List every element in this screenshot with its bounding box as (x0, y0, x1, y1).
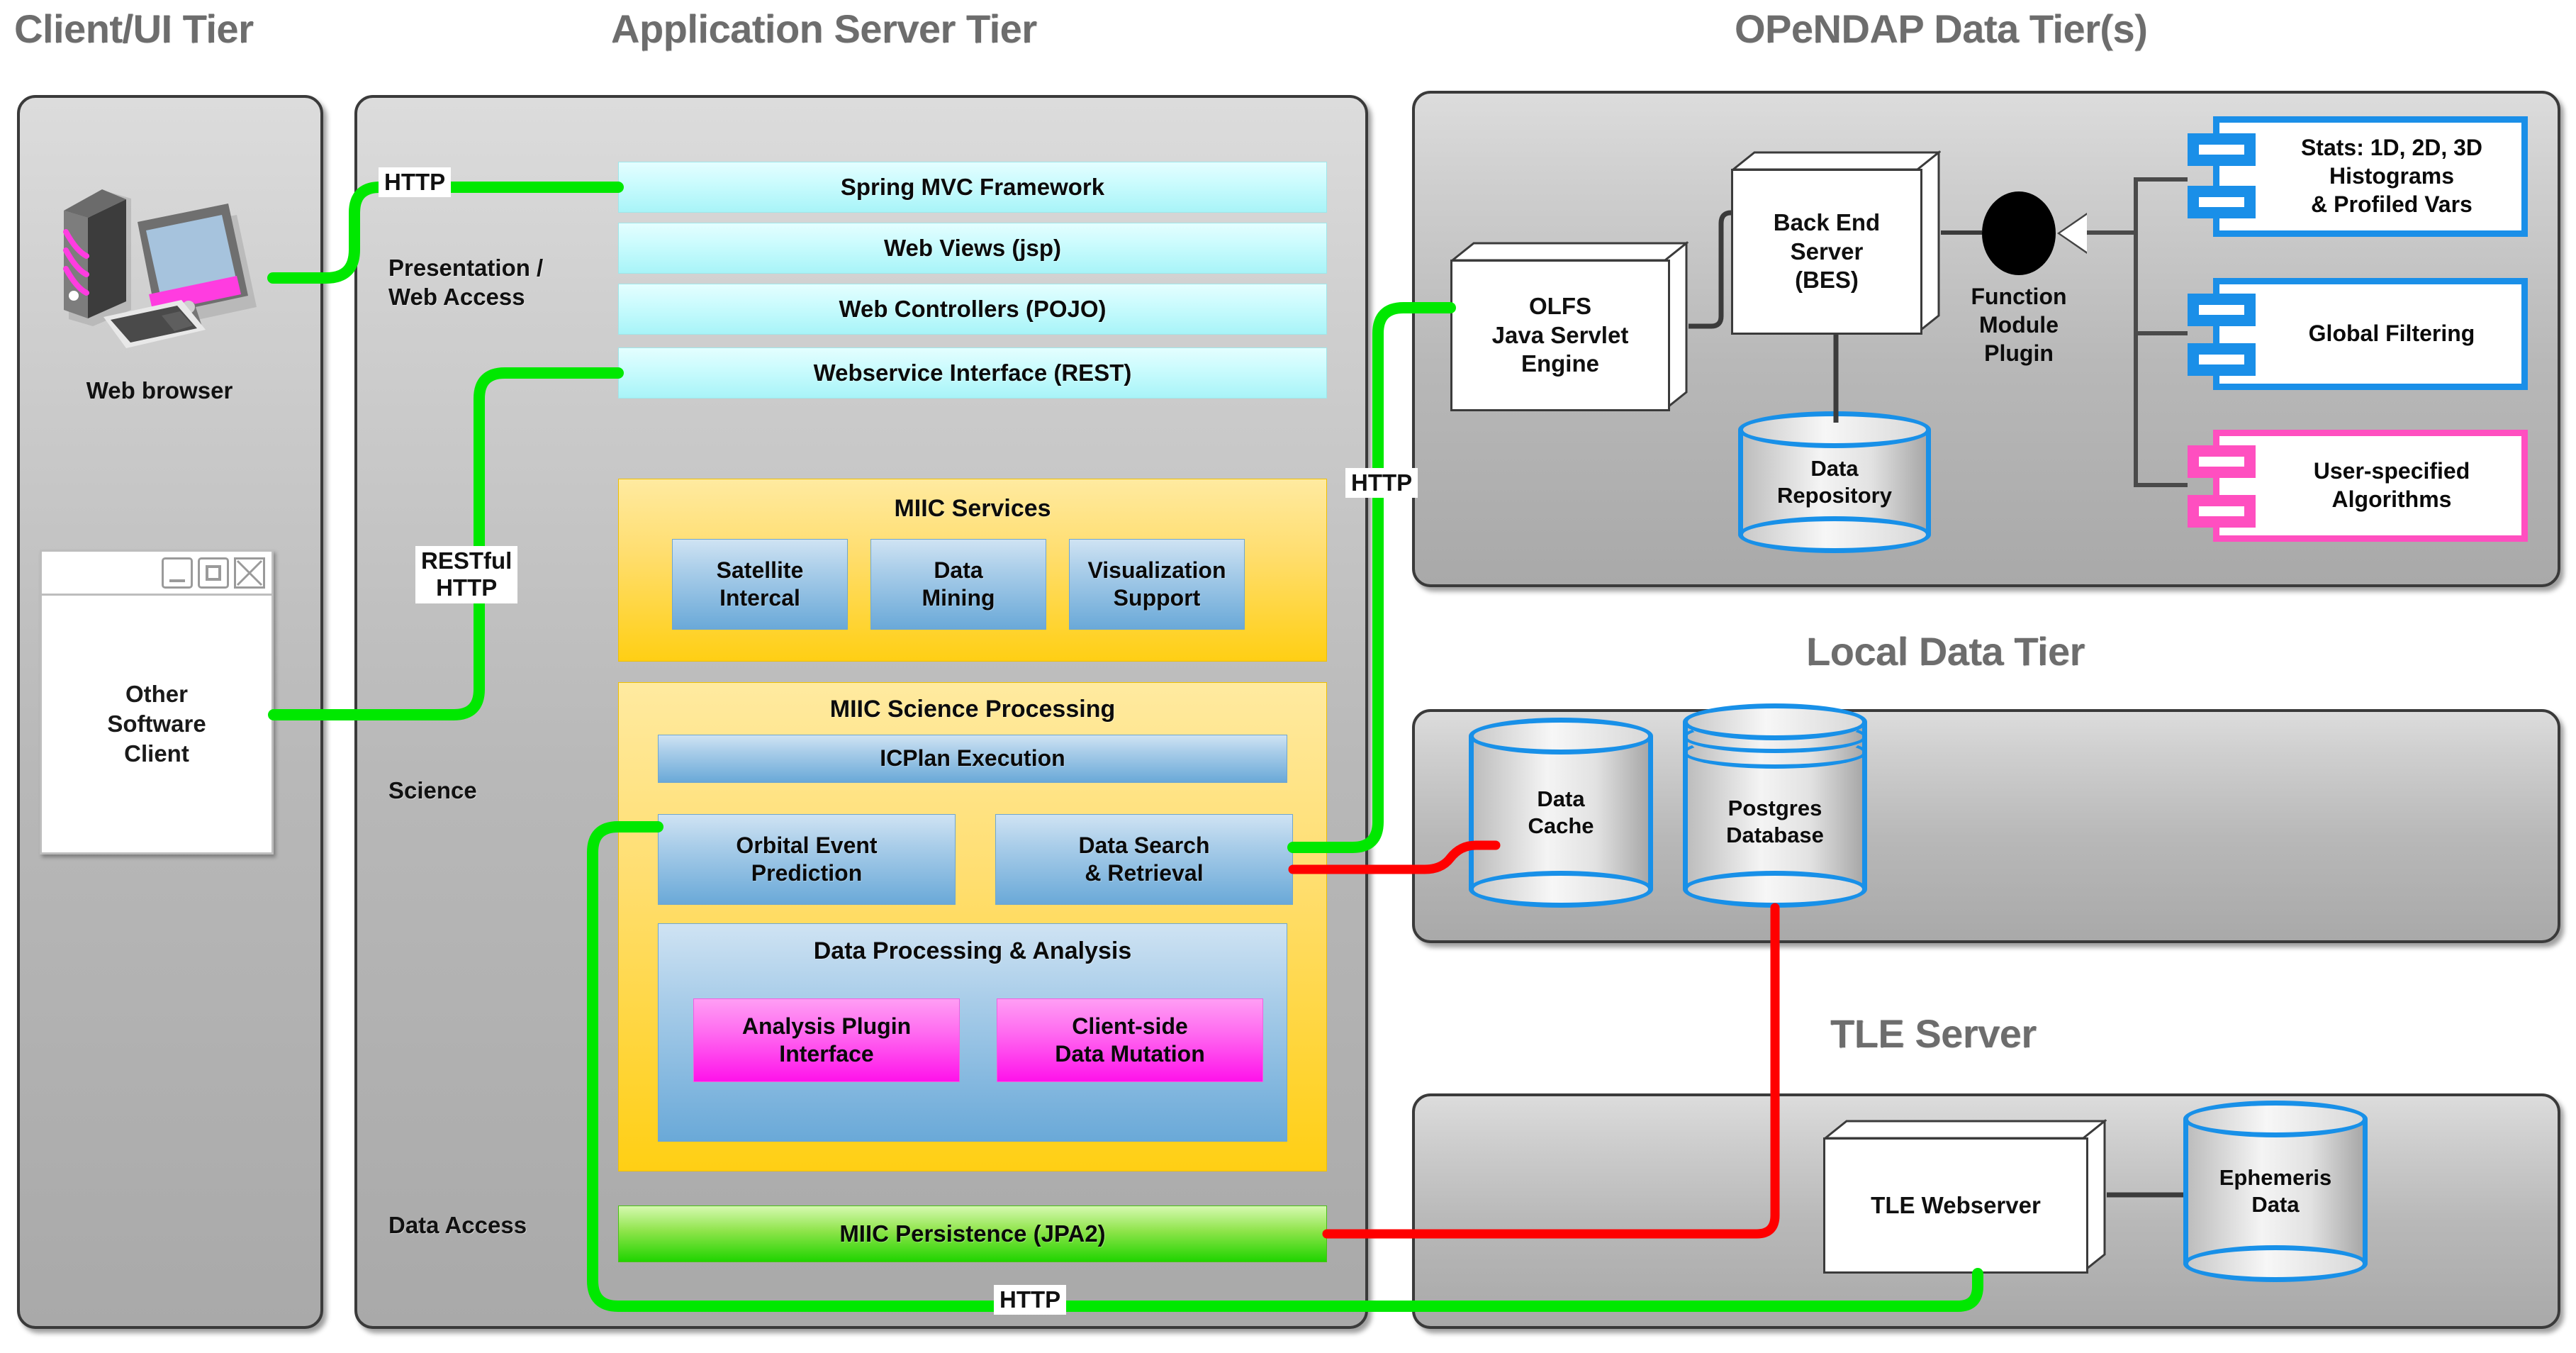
olfs-java-servlet-engine-node[interactable]: OLFS Java Servlet Engine (1450, 241, 1689, 411)
component-shell: User-specified Algorithms (2213, 430, 2528, 542)
layer-label-presentation: Presentation / Web Access (388, 254, 615, 312)
label-http-opendap: HTTP (1345, 468, 1418, 498)
heading-app-tier: Application Server Tier (611, 6, 1037, 52)
heading-local-data-tier: Local Data Tier (1806, 628, 2085, 674)
component-tab-bottom (2188, 495, 2256, 528)
icplan-execution-box[interactable]: ICPlan Execution (658, 735, 1287, 783)
architecture-diagram: Client/UI Tier Application Server Tier O… (0, 0, 2576, 1353)
cylinder-top (1738, 411, 1931, 448)
cylinder-top (1683, 703, 1867, 740)
tle-webserver-label: TLE Webserver (1823, 1137, 2088, 1274)
label-restful-http: RESTful HTTP (415, 546, 517, 603)
cylinder-top (1469, 718, 1653, 755)
data-processing-analysis-title: Data Processing & Analysis (659, 924, 1287, 966)
ephemeris-data-cylinder[interactable]: Ephemeris Data (2183, 1101, 2368, 1282)
data-repository-cylinder[interactable]: Data Repository (1738, 411, 1931, 553)
web-browser-caption: Web browser (43, 376, 276, 405)
layer-label-science: Science (388, 776, 615, 806)
data-cache-cylinder[interactable]: Data Cache (1469, 718, 1653, 908)
module-user-algorithms-label: User-specified Algorithms (2227, 443, 2514, 528)
module-global-filtering[interactable]: Global Filtering (2188, 278, 2528, 390)
heading-tle-server: TLE Server (1830, 1010, 2037, 1057)
component-shell: Stats: 1D, 2D, 3D Histograms & Profiled … (2213, 116, 2528, 237)
bes-label: Back End Server (BES) (1731, 169, 1922, 335)
label-http-top: HTTP (379, 167, 451, 197)
minimize-icon[interactable] (162, 557, 193, 589)
cylinder-bottom (2183, 1245, 2368, 1282)
layer-label-data-access: Data Access (388, 1211, 615, 1240)
postgres-database-label: Postgres Database (1683, 795, 1867, 849)
cylinder-top (2183, 1101, 2368, 1137)
bar-web-controllers-pojo[interactable]: Web Controllers (POJO) (618, 284, 1327, 335)
data-search-retrieval-box[interactable]: Data Search & Retrieval (995, 814, 1293, 905)
component-shell: Global Filtering (2213, 278, 2528, 390)
miic-persistence-bar[interactable]: MIIC Persistence (JPA2) (618, 1206, 1327, 1262)
tle-webserver-node[interactable]: TLE Webserver (1823, 1119, 2107, 1274)
back-end-server-node[interactable]: Back End Server (BES) (1731, 150, 1941, 335)
component-tab-top (2188, 445, 2256, 478)
heading-opendap-tier: OPeNDAP Data Tier(s) (1735, 6, 2147, 52)
service-satellite-intercal[interactable]: Satellite Intercal (672, 539, 848, 630)
heading-client-tier: Client/UI Tier (14, 6, 253, 52)
client-side-data-mutation-box[interactable]: Client-side Data Mutation (997, 998, 1263, 1082)
miic-science-title: MIIC Science Processing (619, 696, 1326, 723)
cylinder-bottom (1469, 871, 1653, 908)
label-http-bottom: HTTP (994, 1285, 1066, 1315)
orbital-event-prediction-box[interactable]: Orbital Event Prediction (658, 814, 956, 905)
component-tab-bottom (2188, 186, 2256, 218)
olfs-label: OLFS Java Servlet Engine (1450, 260, 1670, 411)
function-module-plugin-label: Function Module Plugin (1939, 282, 2098, 367)
maximize-icon[interactable] (198, 557, 229, 589)
data-repository-label: Data Repository (1738, 455, 1931, 509)
cylinder-bottom (1738, 516, 1931, 553)
function-arrow-icon (2060, 215, 2087, 252)
module-stats-histograms[interactable]: Stats: 1D, 2D, 3D Histograms & Profiled … (2188, 116, 2528, 237)
module-user-specified-algorithms[interactable]: User-specified Algorithms (2188, 430, 2528, 542)
cylinder-bottom (1683, 871, 1867, 908)
postgres-database-cylinder[interactable]: Postgres Database (1683, 703, 1867, 908)
component-tab-bottom (2188, 343, 2256, 376)
module-global-filtering-label: Global Filtering (2227, 291, 2514, 377)
service-visualization-support[interactable]: Visualization Support (1069, 539, 1245, 630)
bar-webservice-interface-rest[interactable]: Webservice Interface (REST) (618, 347, 1327, 399)
window-titlebar (42, 552, 271, 596)
data-cache-label: Data Cache (1469, 786, 1653, 840)
bar-web-views-jsp[interactable]: Web Views (jsp) (618, 223, 1327, 274)
other-software-client-label: Other Software Client (42, 596, 271, 852)
analysis-plugin-interface-box[interactable]: Analysis Plugin Interface (693, 998, 960, 1082)
other-software-client-window[interactable]: Other Software Client (40, 550, 274, 854)
component-tab-top (2188, 294, 2256, 326)
ephemeris-data-label: Ephemeris Data (2183, 1164, 2368, 1218)
close-icon[interactable] (234, 557, 265, 589)
module-stats-label: Stats: 1D, 2D, 3D Histograms & Profiled … (2227, 130, 2514, 223)
service-data-mining[interactable]: Data Mining (870, 539, 1046, 630)
bar-spring-mvc-framework[interactable]: Spring MVC Framework (618, 162, 1327, 213)
component-tab-top (2188, 133, 2256, 166)
function-module-plugin-circle[interactable] (1982, 191, 2056, 275)
miic-services-title: MIIC Services (619, 495, 1326, 523)
web-browser-icon (43, 152, 276, 358)
